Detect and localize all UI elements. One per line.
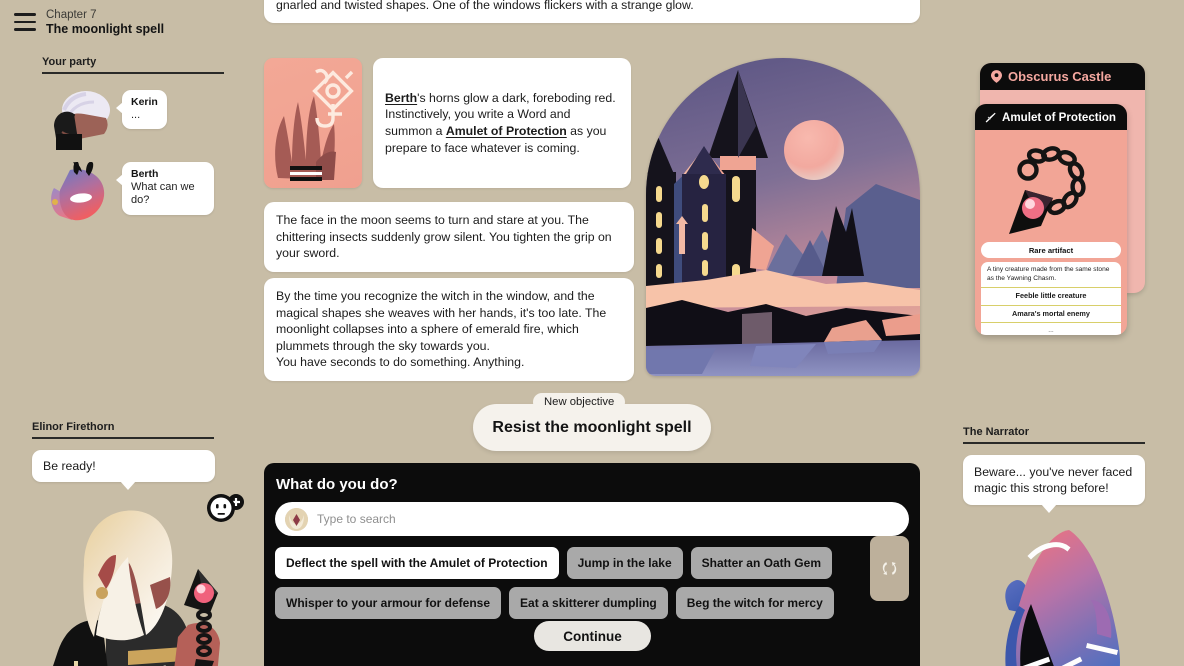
choice-button[interactable]: Eat a skitterer dumpling — [509, 587, 668, 619]
elinor-portrait-illustration — [53, 510, 220, 666]
item-fact: ... — [1048, 327, 1054, 335]
avatar — [42, 90, 122, 156]
location-card-title: Obscurus Castle — [1008, 69, 1112, 84]
player-avatar-icon — [285, 507, 308, 531]
party-panel: Your party Kerin ... Berth What can we d… — [42, 56, 227, 234]
avatar-glyph-icon — [285, 507, 308, 531]
player-panel: Elinor Firethorn Be ready! — [32, 421, 244, 666]
narrator-name: The Narrator — [963, 426, 1030, 438]
red-hand-rune-icon — [275, 68, 354, 181]
witch-line-1: By the time you recognize the witch in t… — [276, 289, 607, 353]
game-screen: Chapter 7 The moonlight spell Your party — [0, 0, 1184, 666]
info-card-stack: Obscurus Castle Amulet of Protection Rar… — [975, 63, 1147, 335]
choice-button[interactable]: Whisper to your armour for defense — [275, 587, 502, 619]
narrator-portrait-illustration — [1005, 530, 1120, 666]
castle-scene-illustration[interactable] — [646, 58, 920, 376]
player-bubble: Be ready! — [32, 449, 215, 490]
top-bar: Chapter 7 The moonlight spell — [0, 0, 264, 46]
choice-button[interactable]: Deflect the spell with the Amulet of Pro… — [275, 547, 559, 579]
item-card[interactable]: Amulet of Protection Rare artifact A tin… — [975, 104, 1127, 335]
narrator-panel: The Narrator Beware... you've never face… — [963, 426, 1149, 666]
item-fact: A tiny creature made from the same stone… — [981, 262, 1121, 289]
kerin-portrait-icon — [54, 90, 110, 150]
party-bubble: Berth What can we do? — [116, 161, 214, 215]
witch-line-2: You have seconds to do something. Anythi… — [276, 355, 525, 370]
chapter-number: Chapter 7 — [46, 9, 97, 21]
divider — [32, 437, 214, 439]
list-item[interactable]: Kerin ... — [42, 89, 227, 156]
choice-button[interactable]: Shatter an Oath Gem — [690, 547, 832, 579]
choice-list: Deflect the spell with the Amulet of Pro… — [275, 547, 855, 619]
item-fact: Feeble little creature — [981, 288, 1121, 306]
item-fact: Amara's mortal enemy — [981, 306, 1121, 324]
item-facts-list: A tiny creature made from the same stone… — [981, 262, 1121, 335]
keyword-link[interactable]: Amulet of Protection — [446, 124, 567, 138]
party-member-name: Berth — [131, 167, 159, 180]
castle-night-icon — [646, 58, 920, 376]
party-list: Kerin ... Berth What can we do? — [42, 89, 227, 228]
reroll-button[interactable] — [870, 536, 909, 601]
divider — [42, 72, 224, 74]
item-illustration — [975, 130, 1127, 240]
list-item[interactable]: Berth What can we do? — [42, 161, 227, 228]
choice-button[interactable]: Jump in the lake — [566, 547, 683, 579]
story-card-berth: Berth's horns glow a dark, foreboding re… — [373, 58, 631, 188]
avatar — [42, 161, 122, 228]
dagger-icon — [985, 112, 996, 123]
amulet-icon — [1009, 146, 1086, 234]
keyword-link[interactable]: Berth — [385, 91, 417, 105]
action-prompt: What do you do? — [276, 476, 398, 493]
search-placeholder: Type to search — [317, 512, 396, 526]
party-member-message: ... — [131, 108, 141, 121]
item-rarity-badge: Rare artifact — [981, 242, 1121, 258]
party-bubble: Kerin ... — [116, 89, 167, 129]
story-card-intro: You arrive at Obscurus Castle, and somet… — [264, 0, 920, 24]
story-card-witch: By the time you recognize the witch in t… — [264, 278, 634, 381]
berth-portrait-icon — [51, 161, 105, 220]
party-member-name: Kerin — [131, 95, 158, 108]
party-member-message: What can we do? — [131, 180, 195, 207]
party-label: Your party — [42, 56, 97, 68]
rune-illustration-card[interactable] — [264, 58, 362, 188]
objective-title: Resist the moonlight spell — [492, 418, 692, 436]
player-name: Elinor Firethorn — [32, 421, 115, 433]
chapter-title: The moonlight spell — [46, 22, 165, 36]
action-panel: What do you do? Type to search Deflect t… — [264, 463, 920, 666]
choice-button[interactable]: Beg the witch for mercy — [675, 587, 834, 619]
objective-banner: Resist the moonlight spell — [473, 404, 711, 451]
narrator-bubble: Beware... you've never faced magic this … — [963, 454, 1145, 513]
continue-button[interactable]: Continue — [534, 621, 651, 651]
hamburger-menu-icon[interactable] — [14, 13, 36, 31]
chapter-heading: Chapter 7 The moonlight spell — [46, 8, 164, 37]
location-card-header: Obscurus Castle — [980, 63, 1145, 90]
divider — [963, 442, 1145, 444]
refresh-icon — [882, 562, 897, 575]
intro-post: , and something feels out of sorts. The … — [276, 0, 694, 12]
item-card-header: Amulet of Protection — [975, 104, 1127, 130]
item-card-title: Amulet of Protection — [1002, 110, 1117, 124]
story-card-moon: The face in the moon seems to turn and s… — [264, 202, 634, 272]
search-input[interactable]: Type to search — [275, 502, 909, 536]
map-pin-icon — [991, 70, 1002, 83]
objective-badge: New objective — [533, 393, 626, 411]
